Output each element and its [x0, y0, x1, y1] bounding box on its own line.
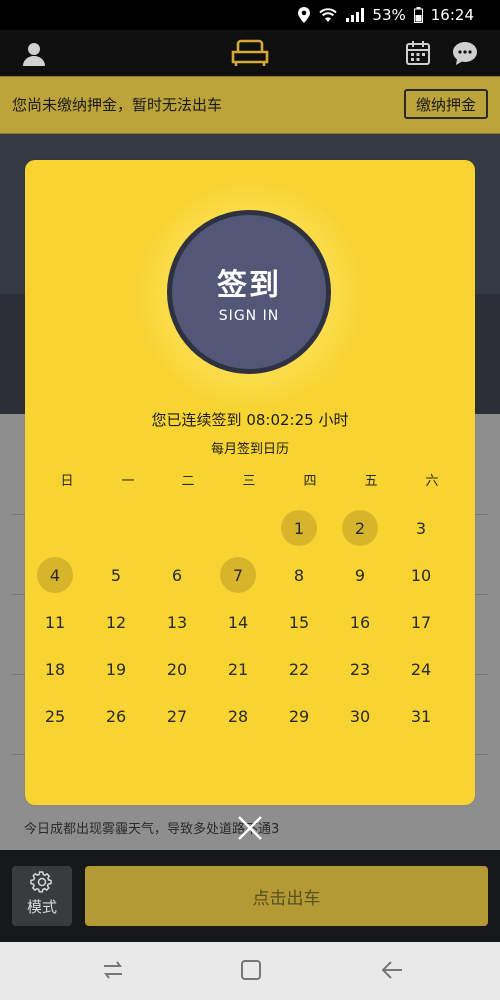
calendar-day: 17	[410, 612, 432, 632]
calendar-day-signed: 7	[220, 557, 256, 593]
calendar-day: 26	[105, 706, 127, 726]
pay-deposit-button[interactable]: 缴纳押金	[404, 89, 488, 119]
system-nav-bar	[0, 942, 500, 1000]
calendar-day: 14	[227, 612, 249, 632]
calendar-day-signed: 4	[37, 557, 73, 593]
calendar-day: 16	[349, 612, 371, 632]
calendar-day: 27	[166, 706, 188, 726]
clock: 16:24	[430, 6, 474, 24]
top-bar	[0, 30, 500, 76]
recent-apps-icon[interactable]	[102, 958, 124, 982]
sign-in-modal: 签到 SIGN IN 您已连续签到 08:02:25 小时 每月签到日历 日 一…	[25, 160, 475, 805]
location-icon	[298, 7, 311, 23]
calendar-day: 8	[293, 565, 305, 585]
signal-icon	[346, 8, 365, 22]
back-icon[interactable]	[380, 958, 404, 982]
mode-label: 模式	[26, 898, 57, 916]
calendar-day: 12	[105, 612, 127, 632]
calendar-day: 30	[349, 706, 371, 726]
calendar-day: 19	[105, 659, 127, 679]
battery-icon	[413, 7, 423, 23]
chat-icon[interactable]	[452, 40, 478, 66]
depart-button[interactable]: 点击出车	[85, 866, 488, 926]
calendar-day: 25	[44, 706, 66, 726]
calendar-day: 22	[288, 659, 310, 679]
calendar-day: 21	[227, 659, 249, 679]
deposit-notice-text: 您尚未缴纳押金，暂时无法出车	[12, 96, 223, 114]
calendar-day: 18	[44, 659, 66, 679]
status-bar: 53% 16:24	[0, 0, 500, 30]
calendar-day: 29	[288, 706, 310, 726]
calendar-day: 20	[166, 659, 188, 679]
calendar-day: 23	[349, 659, 371, 679]
gear-icon	[30, 871, 52, 893]
calendar-day: 6	[171, 565, 183, 585]
calendar-day: 5	[110, 565, 122, 585]
calendar-day: 3	[415, 518, 427, 538]
calendar-day: 13	[166, 612, 188, 632]
user-icon[interactable]	[20, 40, 48, 68]
calendar-day: 24	[410, 659, 432, 679]
calendar-day: 31	[410, 706, 432, 726]
car-seat-icon	[230, 38, 270, 68]
calendar-day: 28	[227, 706, 249, 726]
battery-percent: 53%	[372, 6, 406, 24]
wifi-icon	[318, 8, 338, 22]
home-icon[interactable]	[240, 958, 262, 982]
calendar-day-signed: 2	[342, 510, 378, 546]
calendar-day: 10	[410, 565, 432, 585]
calendar-day: 15	[288, 612, 310, 632]
calendar-day: 11	[44, 612, 66, 632]
calendar-icon[interactable]	[405, 40, 431, 66]
calendar-day-signed: 1	[281, 510, 317, 546]
deposit-notice: 您尚未缴纳押金，暂时无法出车 缴纳押金	[0, 76, 500, 134]
mode-button[interactable]: 模式	[12, 866, 72, 926]
close-icon[interactable]	[236, 814, 264, 842]
calendar-grid: 1 2 3 4 5 6 7 8 9 10 11 12 13 14 15 16 17 18 19 20 21 22 23 24 2…	[25, 160, 475, 805]
calendar-day: 9	[354, 565, 366, 585]
